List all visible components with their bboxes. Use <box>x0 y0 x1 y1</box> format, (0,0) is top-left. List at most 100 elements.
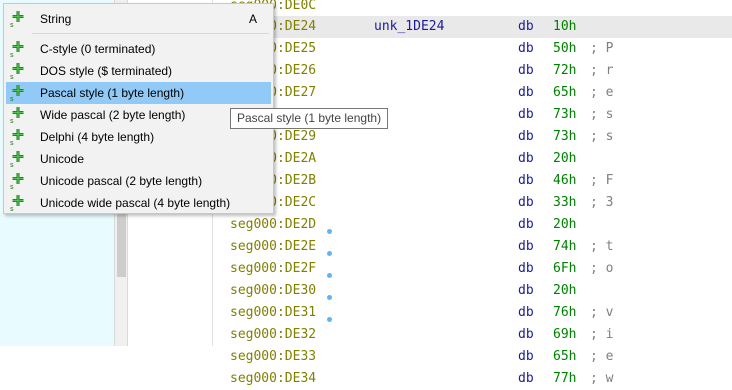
listing-row[interactable]: seg000:DE31 db 76h ; v <box>213 302 732 324</box>
add-string-icon: s <box>10 62 26 81</box>
value-text: 65h <box>553 349 577 364</box>
add-string-icon: s <box>10 128 26 147</box>
listing-row[interactable]: seg000:DE32 db 69h ; i <box>213 324 732 346</box>
menu-item-label: Pascal style (1 byte length) <box>40 86 185 100</box>
opcode-text: db <box>518 195 534 210</box>
listing-row[interactable]: seg000:DE30 db 20h <box>213 280 732 302</box>
comment-text: ; r <box>590 63 614 78</box>
opcode-text: db <box>518 239 534 254</box>
opcode-text: db <box>518 327 534 342</box>
address-text: seg000:DE33 <box>230 349 317 364</box>
menu-item-label: Unicode pascal (2 byte length) <box>40 174 203 188</box>
opcode-text: db <box>518 41 534 56</box>
comment-text: ; t <box>590 239 614 254</box>
menu-item-label: C-style (0 terminated) <box>40 42 156 56</box>
listing-row[interactable]: seg000:DE0C <box>213 0 732 17</box>
comment-text: ; e <box>590 349 614 364</box>
add-string-icon: s <box>10 10 26 29</box>
add-string-icon: s <box>10 194 26 213</box>
menu-item-label: Wide pascal (2 byte length) <box>40 108 186 122</box>
svg-text:s: s <box>10 73 14 80</box>
listing-row[interactable]: seg000:DE33 db 65h ; e <box>213 346 732 368</box>
svg-text:s: s <box>10 161 14 168</box>
value-text: 69h <box>553 327 577 342</box>
opcode-text: db <box>518 305 534 320</box>
add-string-icon: s <box>10 40 26 59</box>
address-text: seg000:DE2E <box>230 239 317 254</box>
listing-row[interactable]: seg000:DE26db72h; r <box>213 60 732 82</box>
disassembly-listing[interactable]: seg000:DE0Cseg000:DE24unk_1DE24db10hseg0… <box>213 0 732 386</box>
menu-tooltip: Pascal style (1 byte length) <box>230 108 389 129</box>
value-text: 50h <box>553 41 577 56</box>
listing-row[interactable]: seg000:DE2Cdb33h; 3 <box>213 192 732 214</box>
menu-item[interactable]: s Unicode wide pascal (4 byte length) <box>6 192 271 214</box>
value-text: 33h <box>553 195 577 210</box>
svg-text:s: s <box>10 139 14 146</box>
opcode-text: db <box>518 173 534 188</box>
comment-text: ; 3 <box>590 195 614 210</box>
menu-item-label: DOS style ($ terminated) <box>40 64 173 78</box>
listing-row[interactable]: seg000:DE25db50h; P <box>213 38 732 60</box>
value-text: 76h <box>553 305 577 320</box>
add-string-icon: s <box>10 106 26 125</box>
label-text: unk_1DE24 <box>374 19 445 34</box>
svg-text:s: s <box>10 95 14 102</box>
menu-item[interactable]: s String A <box>6 8 271 30</box>
listing-row[interactable]: seg000:DE2E db 74h ; t <box>213 236 732 258</box>
comment-text: ; F <box>590 173 614 188</box>
listing-row[interactable]: seg000:DE2D db 20h <box>213 214 732 236</box>
menu-item[interactable]: s DOS style ($ terminated) <box>6 60 271 82</box>
menu-separator <box>32 33 269 34</box>
opcode-text: db <box>518 85 534 100</box>
comment-text: ; v <box>590 305 614 320</box>
opcode-text: db <box>518 283 534 298</box>
svg-text:s: s <box>10 183 14 190</box>
address-text: seg000:DE32 <box>230 327 317 342</box>
comment-text: ; i <box>590 327 614 342</box>
address-text: seg000:DE34 <box>230 371 317 386</box>
listing-row[interactable]: seg000:DE34 db 77h ; w <box>213 368 732 390</box>
opcode-text: db <box>518 107 534 122</box>
comment-text: ; s <box>590 107 614 122</box>
menu-item-label: Unicode wide pascal (4 byte length) <box>40 196 231 210</box>
menu-item[interactable]: s Unicode pascal (2 byte length) <box>6 170 271 192</box>
comment-text: ; s <box>590 129 614 144</box>
listing-row[interactable]: seg000:DE2F db 6Fh ; o <box>213 258 732 280</box>
menu-item[interactable]: s Unicode <box>6 148 271 170</box>
listing-row[interactable]: seg000:DE2Bdb46h; F <box>213 170 732 192</box>
comment-text: ; w <box>590 371 614 386</box>
menu-item[interactable]: s C-style (0 terminated) <box>6 38 271 60</box>
value-text: 72h <box>553 63 577 78</box>
opcode-text: db <box>518 217 534 232</box>
listing-row[interactable]: seg000:DE24unk_1DE24db10h <box>213 16 732 38</box>
menu-item[interactable]: s Pascal style (1 byte length) <box>6 82 271 104</box>
value-text: 77h <box>553 371 577 386</box>
menu-item-shortcut: A <box>248 12 257 26</box>
listing-row[interactable]: seg000:DE29db73h; s <box>213 126 732 148</box>
opcode-text: db <box>518 129 534 144</box>
value-text: 73h <box>553 107 577 122</box>
menu-item[interactable]: s Delphi (4 byte length) <box>6 126 271 148</box>
add-string-icon: s <box>10 84 26 103</box>
opcode-text: db <box>518 349 534 364</box>
value-text: 73h <box>553 129 577 144</box>
value-text: 46h <box>553 173 577 188</box>
opcode-text: db <box>518 371 534 386</box>
svg-text:s: s <box>10 21 14 28</box>
listing-row[interactable]: seg000:DE2Adb20h <box>213 148 732 170</box>
listing-row[interactable]: seg000:DE27db65h; e <box>213 82 732 104</box>
menu-item-label: String <box>40 12 72 26</box>
value-text: 20h <box>553 283 577 298</box>
address-text: seg000:DE30 <box>230 283 317 298</box>
comment-text: ; o <box>590 261 614 276</box>
opcode-text: db <box>518 63 534 78</box>
address-text: seg000:DE2D <box>230 217 317 232</box>
opcode-text: db <box>518 261 534 276</box>
value-text: 74h <box>553 239 577 254</box>
address-text: seg000:DE31 <box>230 305 317 320</box>
opcode-text: db <box>518 19 534 34</box>
scrollbar-thumb[interactable] <box>117 205 126 277</box>
svg-text:s: s <box>10 51 14 58</box>
opcode-text: db <box>518 151 534 166</box>
value-text: 6Fh <box>553 261 577 276</box>
